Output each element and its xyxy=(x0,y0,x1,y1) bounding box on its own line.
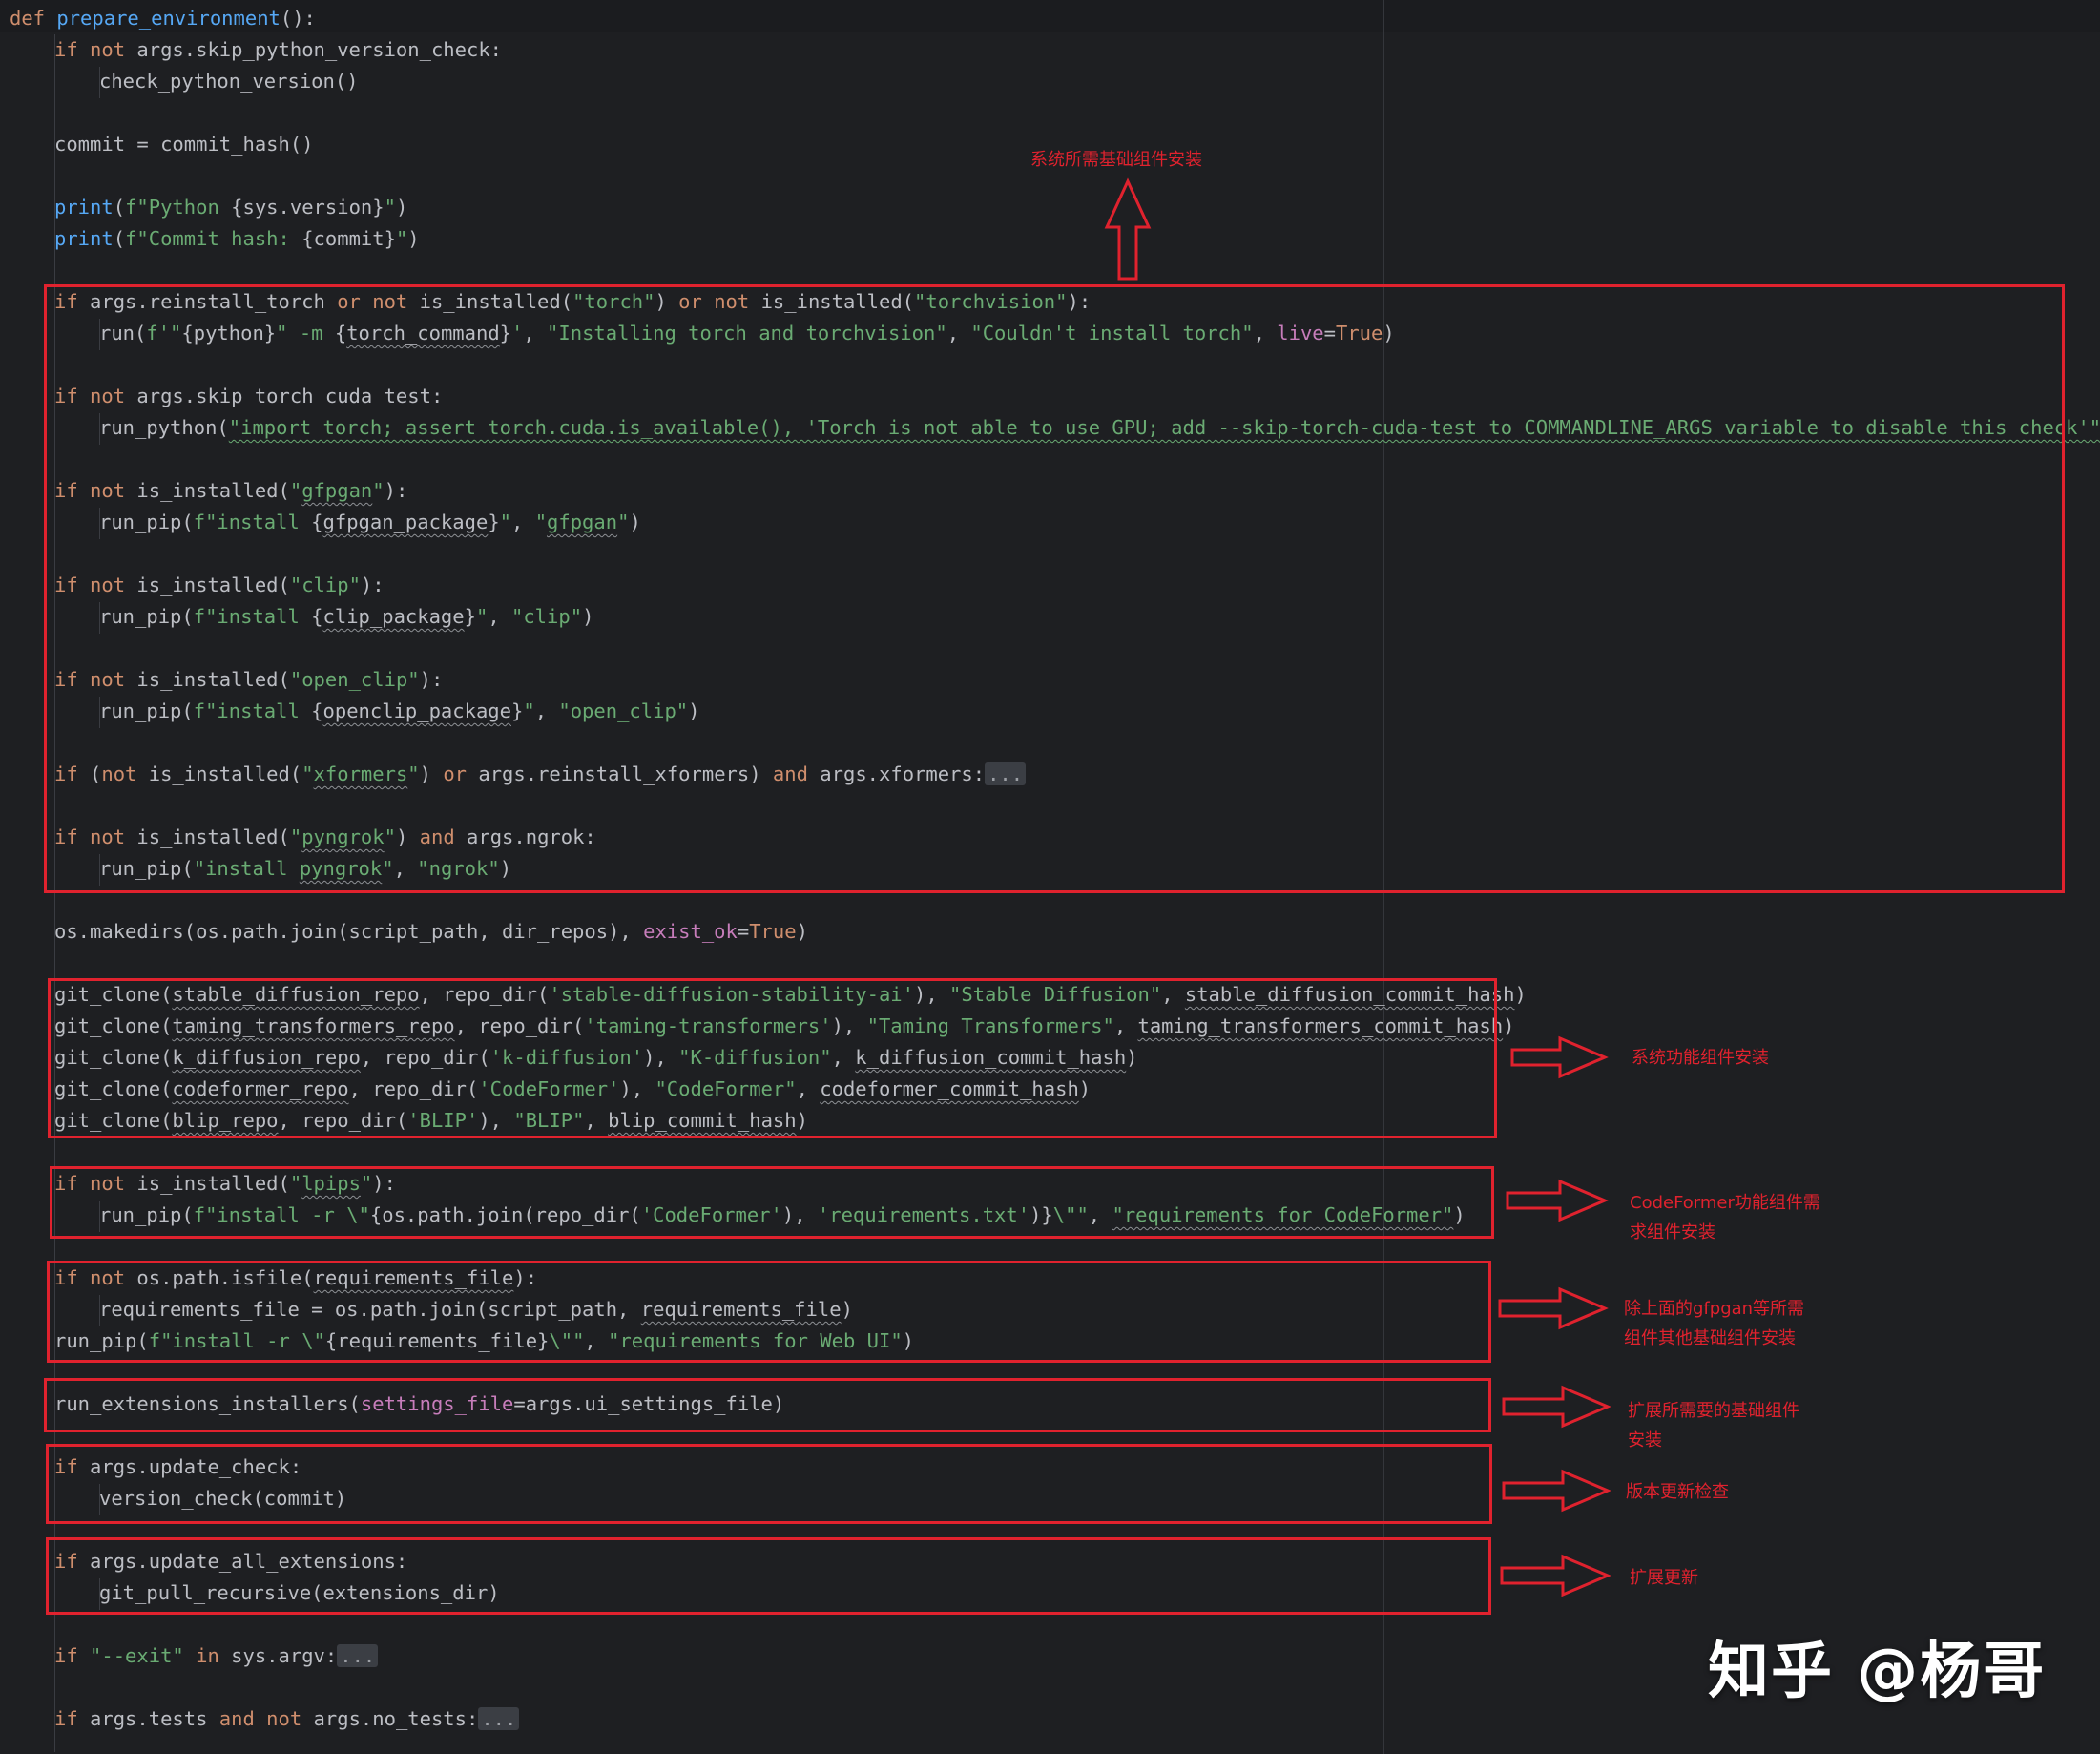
watermark: 知乎 @杨哥 xyxy=(1708,1637,2047,1707)
arrow-right-icon xyxy=(1506,1179,1609,1222)
annotation-label: 除上面的gfpgan等所需组件其他基础组件安装 xyxy=(1624,1299,1805,1348)
annotation-label: 系统功能组件安装 xyxy=(1632,1048,1769,1068)
code-editor[interactable]: def prepare_environment(): if not args.s… xyxy=(0,0,2100,1754)
annotation-label: CodeFormer功能组件需求组件安装 xyxy=(1630,1193,1820,1242)
annotation-label: 系统所需基础组件安装 xyxy=(1030,150,1202,170)
arrow-right-icon xyxy=(1510,1035,1609,1079)
annotation-label: 扩展更新 xyxy=(1630,1568,1698,1588)
annotation-label: 扩展所需要的基础组件安装 xyxy=(1628,1401,1799,1451)
arrow-right-icon xyxy=(1500,1554,1611,1597)
arrow-right-icon xyxy=(1502,1469,1611,1513)
arrow-up-icon xyxy=(1104,177,1152,281)
arrow-right-icon xyxy=(1502,1385,1611,1429)
annotation-arrows xyxy=(1104,177,1611,1597)
arrow-right-icon xyxy=(1498,1286,1609,1330)
annotation-label: 版本更新检查 xyxy=(1626,1482,1729,1502)
